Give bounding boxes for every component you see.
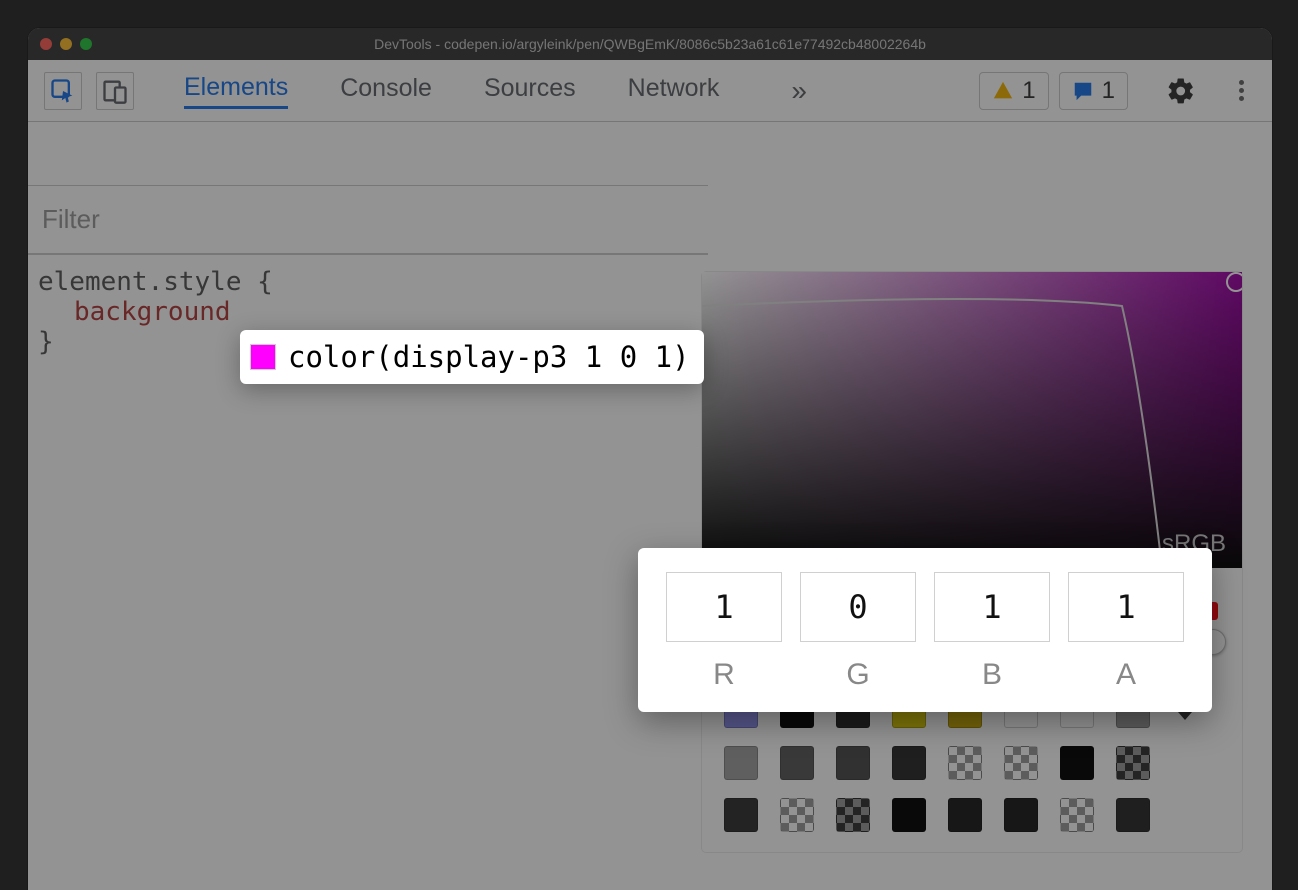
color-spectrum[interactable]: sRGB <box>702 272 1242 568</box>
window-controls <box>40 38 92 50</box>
channel-a-label: A <box>1068 658 1184 692</box>
css-value-tooltip: color(display-p3 1 0 1) <box>240 330 704 384</box>
palette-swatch[interactable] <box>892 746 926 780</box>
channel-a-input[interactable] <box>1068 572 1184 642</box>
device-toolbar-icon[interactable] <box>96 72 134 110</box>
palette-swatch[interactable] <box>780 746 814 780</box>
palette-swatch[interactable] <box>1060 798 1094 832</box>
palette-row <box>724 746 1220 780</box>
close-brace: } <box>38 327 54 357</box>
inspect-element-icon[interactable] <box>44 72 82 110</box>
palette-swatch[interactable] <box>1004 798 1038 832</box>
content-area: Filter element.style { background } <box>28 122 1272 890</box>
palette-swatch[interactable] <box>948 746 982 780</box>
channel-g-label: G <box>800 658 916 692</box>
warnings-badge[interactable]: 1 <box>979 72 1048 110</box>
tab-network[interactable]: Network <box>628 74 720 107</box>
window-title: DevTools - codepen.io/argyleink/pen/QWBg… <box>28 36 1272 52</box>
channel-r-input[interactable] <box>666 572 782 642</box>
palette-swatch[interactable] <box>1060 746 1094 780</box>
channel-r-label: R <box>666 658 782 692</box>
tab-console[interactable]: Console <box>340 74 432 107</box>
maximize-window-button[interactable] <box>80 38 92 50</box>
open-brace: { <box>257 267 273 297</box>
palette-swatch[interactable] <box>948 798 982 832</box>
more-tabs-icon[interactable]: » <box>791 75 807 107</box>
palette-swatch[interactable] <box>892 798 926 832</box>
channel-b-label: B <box>934 658 1050 692</box>
more-menu-icon[interactable] <box>1226 80 1256 101</box>
channel-b-input[interactable] <box>934 572 1050 642</box>
palette-swatch[interactable] <box>836 746 870 780</box>
palette-swatch[interactable] <box>1004 746 1038 780</box>
settings-gear-icon[interactable] <box>1162 72 1200 110</box>
close-window-button[interactable] <box>40 38 52 50</box>
devtools-window: DevTools - codepen.io/argyleink/pen/QWBg… <box>28 28 1272 890</box>
channel-g-input[interactable] <box>800 572 916 642</box>
palette-row <box>724 798 1220 832</box>
minimize-window-button[interactable] <box>60 38 72 50</box>
css-selector: element.style <box>38 267 242 297</box>
css-property-name[interactable]: background <box>74 297 231 327</box>
tab-sources[interactable]: Sources <box>484 74 576 107</box>
styles-filter-input[interactable]: Filter <box>28 186 708 255</box>
rgba-panel: R G B A <box>638 548 1212 712</box>
palette-swatch[interactable] <box>780 798 814 832</box>
css-property-value[interactable]: color(display-p3 1 0 1) <box>288 340 690 374</box>
palette-swatch[interactable] <box>1116 746 1150 780</box>
palette-swatch[interactable] <box>724 798 758 832</box>
palette-swatch[interactable] <box>724 746 758 780</box>
titlebar: DevTools - codepen.io/argyleink/pen/QWBg… <box>28 28 1272 60</box>
palette-swatch[interactable] <box>1116 798 1150 832</box>
warnings-count: 1 <box>1022 77 1035 105</box>
issues-count: 1 <box>1102 77 1115 105</box>
palette-swatch[interactable] <box>836 798 870 832</box>
color-swatch-icon[interactable] <box>250 344 276 370</box>
issues-badge[interactable]: 1 <box>1059 72 1128 110</box>
panel-tabs: Elements Console Sources Network » <box>184 73 965 109</box>
toolbar: Elements Console Sources Network » 1 1 <box>28 60 1272 122</box>
tab-elements[interactable]: Elements <box>184 73 288 109</box>
